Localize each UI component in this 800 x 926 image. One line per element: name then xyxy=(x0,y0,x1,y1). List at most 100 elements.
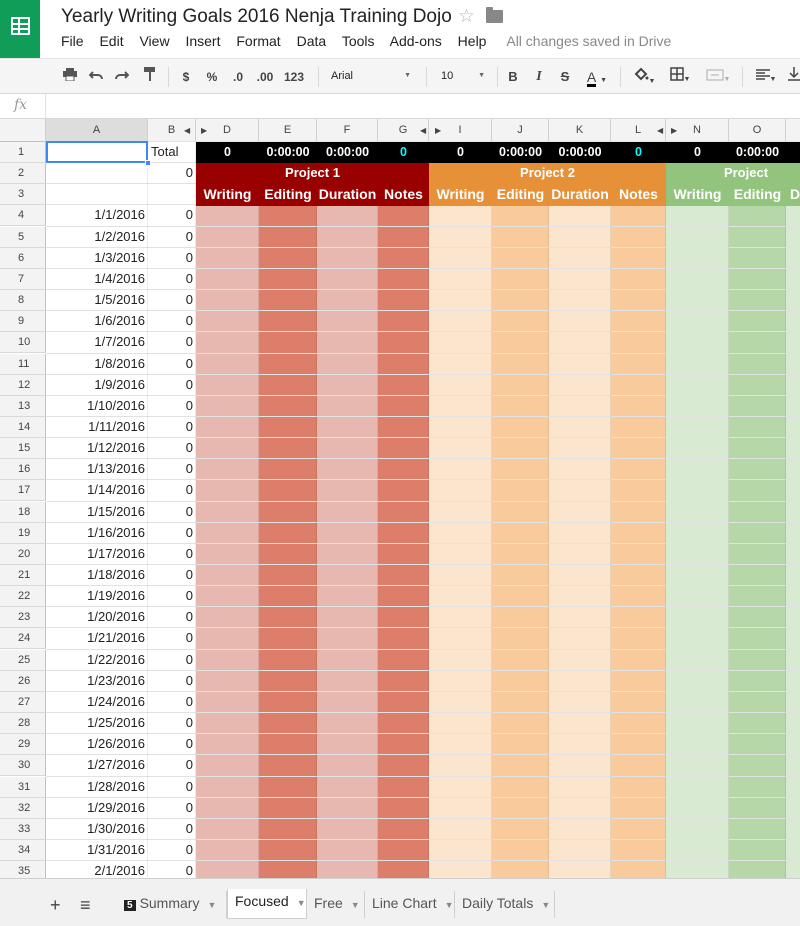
total-cell-k[interactable]: 0:00:00 xyxy=(549,142,611,163)
row-header[interactable]: 24 xyxy=(0,628,46,650)
daily-total-cell[interactable]: 0 xyxy=(148,734,196,755)
column-subheader[interactable]: Duration xyxy=(549,184,611,205)
daily-total-cell[interactable]: 0 xyxy=(148,269,196,290)
row-header[interactable]: 15 xyxy=(0,438,46,460)
row-header[interactable]: 4 xyxy=(0,205,46,227)
column-header-f[interactable]: F xyxy=(317,119,378,142)
column-subheader[interactable]: D xyxy=(786,184,800,205)
row-header[interactable]: 12 xyxy=(0,374,46,396)
daily-total-cell[interactable]: 0 xyxy=(148,650,196,671)
hidden-columns-arrow-icon[interactable]: ▶ xyxy=(201,126,207,135)
date-cell[interactable]: 1/27/2016 xyxy=(46,755,148,776)
sheet-tab-focused[interactable]: Focused ▼ xyxy=(227,889,307,919)
font-select[interactable]: Arial ▼ xyxy=(326,65,418,87)
total-cell-p[interactable]: 0 xyxy=(786,142,800,163)
date-cell[interactable]: 1/16/2016 xyxy=(46,523,148,544)
chevron-down-icon[interactable]: ▼ xyxy=(207,900,216,910)
undo-icon[interactable] xyxy=(88,67,104,87)
chevron-down-icon[interactable]: ▼ xyxy=(445,900,454,910)
formula-input[interactable] xyxy=(50,94,790,118)
sheet-tab-summary[interactable]: 5 Summary ▼ xyxy=(117,891,227,918)
row-header[interactable]: 1 xyxy=(0,142,46,163)
total-cell-d[interactable]: 0 xyxy=(196,142,259,163)
total-cell-g[interactable]: 0 xyxy=(378,142,429,163)
row-header[interactable]: 28 xyxy=(0,713,46,735)
column-subheader[interactable]: Writing xyxy=(196,184,259,205)
document-title[interactable]: Yearly Writing Goals 2016 Nenja Training… xyxy=(61,6,452,28)
row-header[interactable]: 5 xyxy=(0,226,46,248)
daily-total-cell[interactable]: 0 xyxy=(148,713,196,734)
date-cell[interactable]: 1/19/2016 xyxy=(46,586,148,607)
hidden-columns-arrow-icon[interactable]: ◀ xyxy=(657,126,663,135)
column-subheader[interactable]: Editing xyxy=(492,184,549,205)
chevron-down-icon[interactable]: ▼ xyxy=(297,898,306,908)
date-cell[interactable]: 1/13/2016 xyxy=(46,459,148,480)
chevron-down-icon[interactable]: ▼ xyxy=(351,900,360,910)
row-header[interactable]: 32 xyxy=(0,797,46,819)
hidden-columns-arrow-icon[interactable]: ▶ xyxy=(671,126,677,135)
row-header[interactable]: 11 xyxy=(0,353,46,375)
folder-icon[interactable] xyxy=(486,7,503,23)
daily-total-cell[interactable]: 0 xyxy=(148,861,196,878)
sheet-tab-line-chart[interactable]: Line Chart ▼ xyxy=(365,891,455,918)
daily-total-cell[interactable]: 0 xyxy=(148,417,196,438)
borders-icon[interactable]: ▼ xyxy=(666,67,694,87)
date-cell[interactable]: 1/2/2016 xyxy=(46,227,148,248)
total-cell-j[interactable]: 0:00:00 xyxy=(492,142,549,163)
increase-decimal-button[interactable]: .00 xyxy=(254,67,276,87)
daily-total-cell[interactable]: 0 xyxy=(148,755,196,776)
strikethrough-button[interactable]: S xyxy=(558,67,572,87)
menu-help[interactable]: Help xyxy=(458,33,487,49)
daily-total-cell[interactable]: 0 xyxy=(148,586,196,607)
row-header[interactable]: 23 xyxy=(0,607,46,629)
project-title[interactable]: Project xyxy=(666,163,800,184)
paint-format-icon[interactable] xyxy=(142,67,158,87)
date-cell[interactable]: 1/20/2016 xyxy=(46,607,148,628)
date-cell[interactable]: 1/23/2016 xyxy=(46,671,148,692)
row-header[interactable]: 14 xyxy=(0,416,46,438)
row-header[interactable]: 34 xyxy=(0,839,46,861)
daily-total-cell[interactable]: 0 xyxy=(148,396,196,417)
date-cell[interactable]: 1/10/2016 xyxy=(46,396,148,417)
row-header[interactable]: 27 xyxy=(0,691,46,713)
row-header[interactable]: 30 xyxy=(0,755,46,777)
row-header[interactable]: 21 xyxy=(0,565,46,586)
daily-total-cell[interactable]: 0 xyxy=(148,438,196,459)
total-cell-i[interactable]: 0 xyxy=(429,142,492,163)
menu-view[interactable]: View xyxy=(139,33,169,49)
row-header[interactable]: 35 xyxy=(0,861,46,878)
column-subheader[interactable]: Duration xyxy=(317,184,378,205)
date-cell[interactable]: 1/24/2016 xyxy=(46,692,148,713)
column-header-j[interactable]: J xyxy=(492,119,549,142)
sheet-tab-daily-totals[interactable]: Daily Totals ▼ xyxy=(455,891,555,918)
date-cell[interactable]: 1/1/2016 xyxy=(46,205,148,226)
redo-icon[interactable] xyxy=(114,67,130,87)
row-header[interactable]: 18 xyxy=(0,501,46,523)
menu-file[interactable]: File xyxy=(61,33,84,49)
vertical-align-icon[interactable] xyxy=(787,67,800,87)
date-cell[interactable]: 1/4/2016 xyxy=(46,269,148,290)
date-cell[interactable]: 1/15/2016 xyxy=(46,502,148,523)
font-size-select[interactable]: 10 ▼ xyxy=(436,65,490,87)
daily-total-cell[interactable]: 0 xyxy=(148,607,196,628)
daily-total-cell[interactable]: 0 xyxy=(148,819,196,840)
cell-b2[interactable]: 0 xyxy=(148,163,196,184)
row-header[interactable]: 17 xyxy=(0,480,46,502)
add-sheet-icon[interactable]: + xyxy=(50,895,61,916)
column-subheader[interactable]: Writing xyxy=(429,184,492,205)
daily-total-cell[interactable]: 0 xyxy=(148,227,196,248)
daily-total-cell[interactable]: 0 xyxy=(148,205,196,226)
date-cell[interactable]: 1/9/2016 xyxy=(46,375,148,396)
daily-total-cell[interactable]: 0 xyxy=(148,798,196,819)
menu-format[interactable]: Format xyxy=(236,33,280,49)
daily-total-cell[interactable]: 0 xyxy=(148,628,196,649)
row-header[interactable]: 16 xyxy=(0,459,46,481)
italic-button[interactable]: I xyxy=(532,67,546,87)
daily-total-cell[interactable]: 0 xyxy=(148,671,196,692)
row-header[interactable]: 22 xyxy=(0,586,46,608)
row-header[interactable]: 20 xyxy=(0,543,46,565)
daily-total-cell[interactable]: 0 xyxy=(148,777,196,798)
row-header[interactable]: 2 xyxy=(0,163,46,185)
date-cell[interactable]: 1/7/2016 xyxy=(46,332,148,353)
grid-corner[interactable] xyxy=(0,119,46,142)
